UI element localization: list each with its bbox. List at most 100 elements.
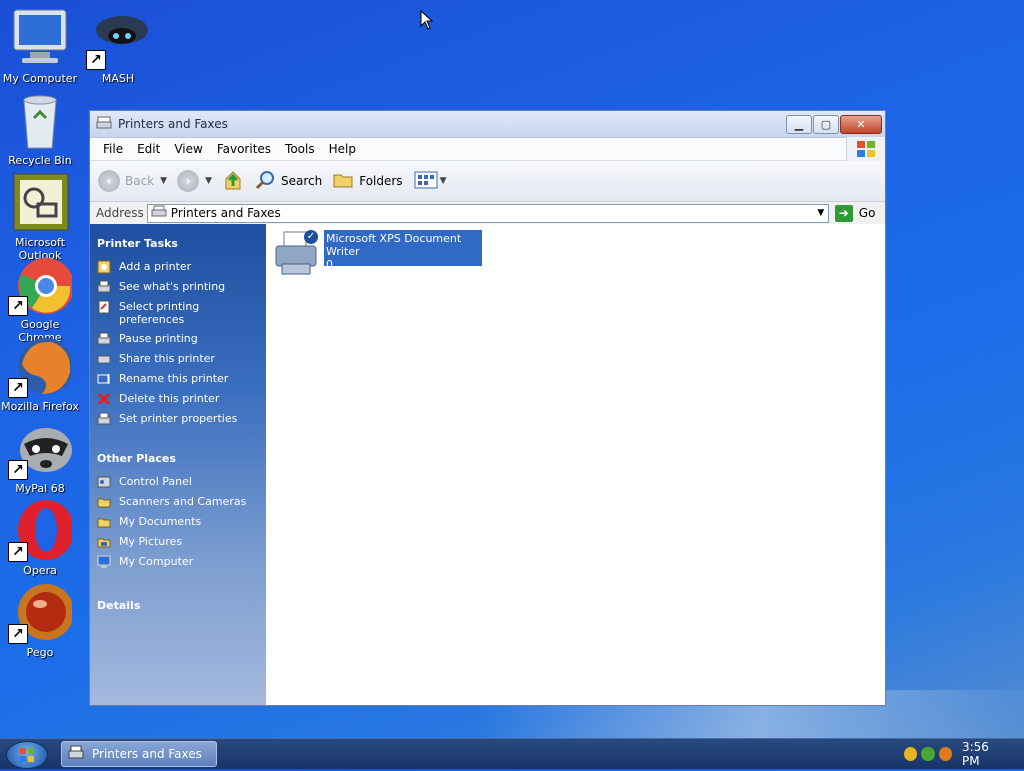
shortcut-arrow-icon: ↗ [8,296,28,316]
maximize-icon: ▢ [820,117,832,131]
menu-favorites[interactable]: Favorites [210,142,278,156]
search-button[interactable]: Search [254,169,322,194]
task-select-preferences[interactable]: Select printing preferences [97,300,266,326]
place-label: Control Panel [119,475,192,488]
go-arrow-icon: ➜ [834,204,853,222]
views-dropdown-icon: ▼ [439,176,447,186]
task-rename-printer[interactable]: Rename this printer [97,372,266,386]
folders-label: Folders [359,174,403,188]
delete-icon [97,392,111,406]
mypal-icon: ↗ [8,416,72,480]
menu-tools[interactable]: Tools [278,142,322,156]
pego-icon: ↗ [8,580,74,644]
maximize-button[interactable]: ▢ [813,114,839,134]
window-body: Printer Tasks Add a printer See what's p… [90,224,885,705]
folders-icon [332,169,354,194]
pause-printer-icon [97,332,111,346]
windows-logo-icon [846,137,885,161]
taskbar: Printers and Faxes 3:56 PM [0,738,1024,769]
printer-jobs: 0 [326,258,333,271]
task-see-whats-printing[interactable]: See what's printing [97,280,266,294]
printer-name: Microsoft XPS Document Writer [326,232,462,258]
views-button[interactable]: ▼ [413,169,447,194]
address-bar: Address Printers and Faxes ▼ ➜ Go [90,202,885,225]
tray-app-icon[interactable] [903,747,918,761]
go-label: Go [858,206,876,220]
folders-button[interactable]: Folders [332,169,403,194]
menu-view[interactable]: View [167,142,209,156]
mouse-cursor-icon [420,9,434,33]
task-printer-properties[interactable]: Set printer properties [97,412,266,426]
start-button[interactable] [6,741,48,769]
forward-button[interactable]: › ▼ [177,170,212,192]
place-label: Scanners and Cameras [119,495,247,508]
taskbar-button-printers[interactable]: Printers and Faxes [61,741,217,767]
taskbar-button-label: Printers and Faxes [92,747,202,761]
task-label: See what's printing [119,280,226,293]
firefox-icon: ↗ [8,334,74,398]
tray-network-icon[interactable] [921,747,935,761]
recycle-bin-icon [8,88,72,152]
desktop-icon-outlook[interactable]: Microsoft Outlook [0,170,80,262]
details-title[interactable]: Details [97,599,266,612]
printer-folder-icon [151,205,167,222]
address-field[interactable]: Printers and Faxes ▼ [146,203,829,223]
desktop-icon-mypal[interactable]: ↗ MyPal 68 [0,416,80,495]
forward-dropdown-icon[interactable]: ▼ [205,176,212,186]
toolbar: ‹ Back ▼ › ▼ Search Folders ▼ [90,161,885,202]
task-share-printer[interactable]: Share this printer [97,352,266,366]
address-label: Address [96,206,144,220]
shortcut-arrow-icon: ↗ [86,50,106,70]
desktop-icon-label: My Computer [2,72,78,85]
desktop-icon-recycle-bin[interactable]: Recycle Bin [0,88,80,167]
close-button[interactable]: ✕ [840,114,882,134]
desktop-icon-my-computer[interactable]: My Computer [0,6,80,85]
printer-tasks-title[interactable]: Printer Tasks [97,237,266,250]
menu-help[interactable]: Help [322,142,363,156]
desktop-icon-chrome[interactable]: ↗ Google Chrome [0,252,80,344]
printers-faxes-window[interactable]: Printers and Faxes ▁ ▢ ✕ File Edit View … [89,110,886,706]
desktop-icon-pego[interactable]: ↗ Pego [0,580,80,659]
menu-edit[interactable]: Edit [130,142,167,156]
place-my-documents[interactable]: My Documents [97,515,266,529]
file-view[interactable]: ✓ Microsoft XPS Document Writer 0 Ready [266,224,885,705]
desktop-icon-firefox[interactable]: ↗ Mozilla Firefox [0,334,80,413]
back-button[interactable]: ‹ Back ▼ [98,170,167,192]
menu-bar: File Edit View Favorites Tools Help [90,137,885,161]
menu-file[interactable]: File [96,142,130,156]
task-label: Pause printing [119,332,198,345]
place-control-panel[interactable]: Control Panel [97,475,266,489]
desktop-icon-mash[interactable]: ↗ MASH [78,6,158,85]
clock[interactable]: 3:56 PM [962,740,1008,768]
place-my-computer[interactable]: My Computer [97,555,266,569]
task-pause-printing[interactable]: Pause printing [97,332,266,346]
task-label: Select printing preferences [119,300,200,326]
go-button[interactable]: ➜ Go [834,204,876,222]
task-delete-printer[interactable]: Delete this printer [97,392,266,406]
address-dropdown-icon[interactable]: ▼ [814,208,828,218]
desktop-icon-label: Pego [26,646,54,659]
tray-search-icon[interactable] [938,747,952,761]
place-my-pictures[interactable]: My Pictures [97,535,266,549]
views-icon [413,169,439,194]
chrome-icon: ↗ [8,252,74,316]
minimize-icon: ▁ [794,117,804,131]
minimize-button[interactable]: ▁ [786,114,812,134]
printer-folder-icon [68,745,84,764]
up-folder-button[interactable] [222,169,244,194]
add-printer-icon [97,260,111,274]
place-scanners-cameras[interactable]: Scanners and Cameras [97,495,266,509]
title-bar[interactable]: Printers and Faxes ▁ ▢ ✕ [90,111,885,138]
other-places-title[interactable]: Other Places [97,452,266,465]
printer-item[interactable]: ✓ Microsoft XPS Document Writer 0 Ready [274,230,482,284]
task-pane: Printer Tasks Add a printer See what's p… [90,224,266,705]
task-add-printer[interactable]: Add a printer [97,260,266,274]
desktop-icon-opera[interactable]: ↗ Opera [0,498,80,577]
desktop-icon-label: MyPal 68 [15,482,65,495]
place-label: My Pictures [119,535,183,548]
documents-folder-icon [97,515,111,529]
place-label: My Documents [119,515,202,528]
window-title: Printers and Faxes [118,117,228,131]
back-dropdown-icon[interactable]: ▼ [160,176,167,186]
desktop-icon-label: Mozilla Firefox [1,400,79,413]
